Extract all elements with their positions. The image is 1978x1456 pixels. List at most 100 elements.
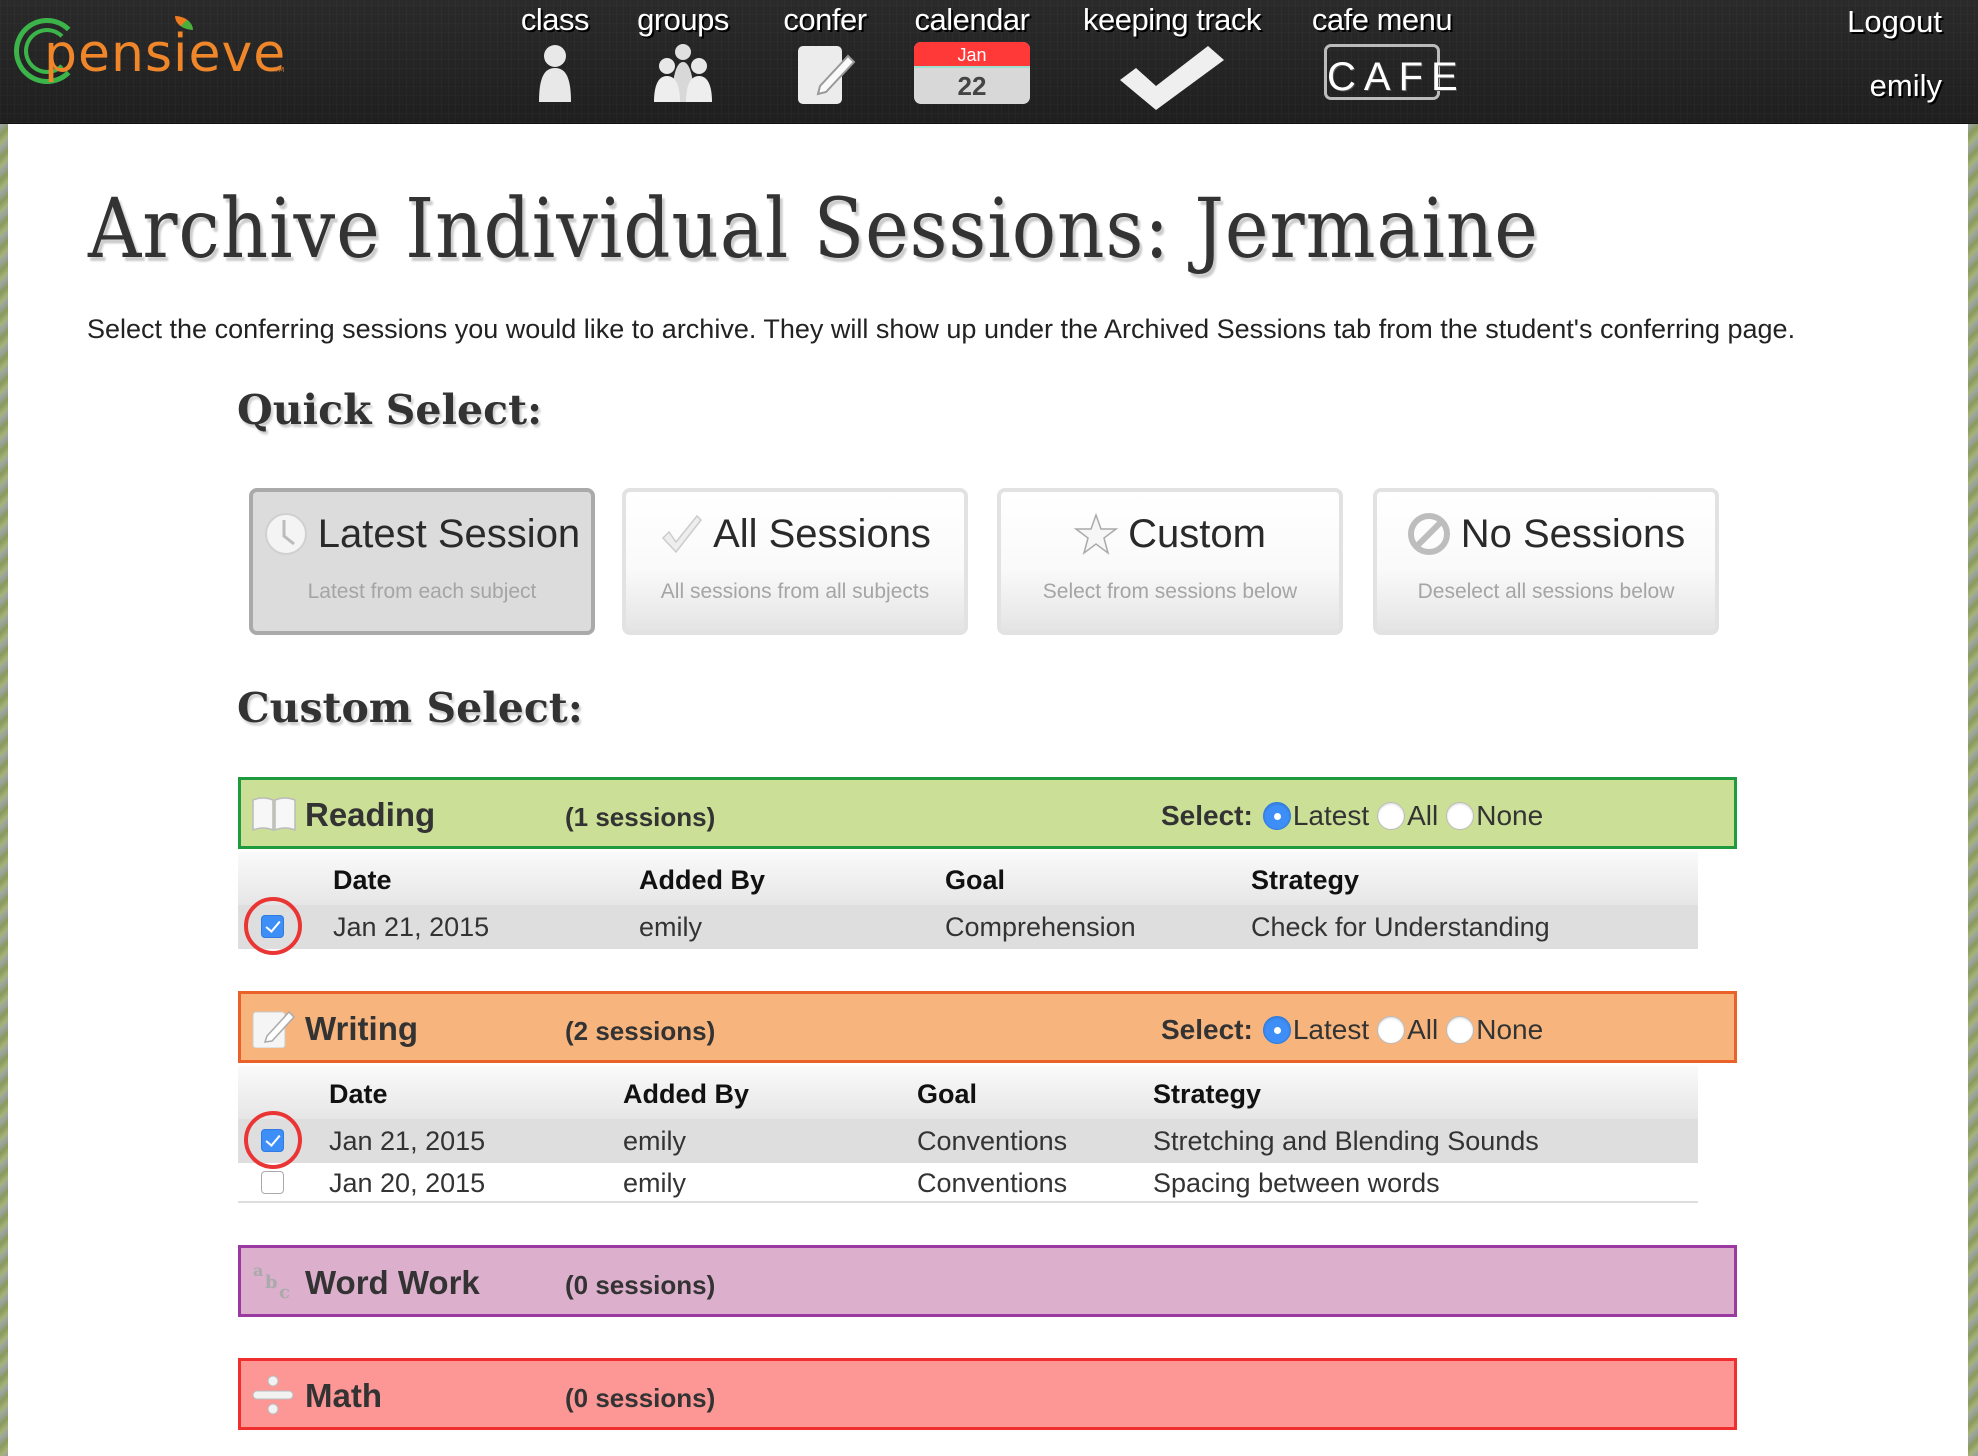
nav-class[interactable]: class	[510, 0, 600, 108]
nav-cafe-menu-label: cafe menu	[1311, 2, 1453, 37]
nav-groups[interactable]: groups	[628, 0, 738, 108]
radio-label: Latest	[1292, 800, 1370, 831]
subject-header-reading: Reading (1 sessions) Select: Latest All …	[238, 777, 1737, 849]
table-header-row: Date Added By Goal Strategy	[238, 852, 1698, 905]
radio-button[interactable]	[1446, 802, 1475, 830]
radio-latest[interactable]: Latest	[1262, 800, 1370, 832]
subject-name: Word Work	[305, 1264, 480, 1301]
cell-goal: Conventions	[917, 1168, 1068, 1198]
custom-button[interactable]: Custom Select from sessions below	[997, 488, 1343, 635]
radio-button[interactable]	[1377, 802, 1406, 830]
sessions-table-writing: Date Added By Goal Strategy Jan 21, 2015…	[238, 1066, 1698, 1203]
radio-button[interactable]	[1262, 1016, 1291, 1044]
cafe-sign-text: CAFE	[1327, 54, 1466, 99]
clock-icon	[264, 513, 307, 555]
session-checkbox[interactable]	[261, 915, 284, 938]
no-sessions-button[interactable]: No Sessions Deselect all sessions below	[1373, 488, 1719, 635]
column-header-goal: Goal	[917, 1079, 978, 1109]
column-header-added-by: Added By	[639, 865, 766, 895]
subject-select-group: Select: Latest All None	[1161, 800, 1551, 832]
subject-header-word-work: a b c Word Work (0 sessions)	[238, 1245, 1737, 1317]
group-icon	[654, 44, 712, 102]
radio-none[interactable]: None	[1446, 800, 1543, 832]
person-icon	[539, 45, 571, 102]
username: emily	[1869, 68, 1942, 103]
radio-label: None	[1476, 1014, 1544, 1045]
top-nav-bar: pensieve TM class groups confer calendar	[0, 0, 1978, 124]
nav-cafe-menu[interactable]: cafe menu CAFE	[1302, 0, 1462, 100]
division-icon	[252, 1375, 294, 1415]
abc-letters-icon: a b c	[253, 1262, 290, 1302]
all-sessions-subtitle: All sessions from all subjects	[660, 580, 930, 603]
session-checkbox[interactable]	[261, 1129, 284, 1152]
nav-calendar[interactable]: calendar Jan 22	[910, 0, 1034, 104]
no-sessions-title: No Sessions	[1460, 511, 1686, 556]
nav-keeping-track[interactable]: keeping track	[1074, 0, 1270, 116]
table-row[interactable]: Jan 21, 2015 emily Comprehension Check f…	[238, 897, 1698, 955]
svg-text:c: c	[279, 1282, 290, 1302]
all-sessions-button[interactable]: All Sessions All sessions from all subje…	[622, 488, 968, 635]
radio-none[interactable]: None	[1446, 1014, 1543, 1046]
nav-groups-label: groups	[637, 2, 729, 37]
svg-text:a: a	[253, 1262, 263, 1280]
nav-confer-label: confer	[783, 2, 867, 37]
nav-calendar-label: calendar	[914, 2, 1030, 37]
subject-name: Math	[305, 1377, 382, 1414]
calendar-day: 22	[957, 71, 987, 101]
cell-added-by: emily	[639, 912, 703, 942]
subject-session-count: (0 sessions)	[565, 1383, 716, 1413]
checkmark-icon	[1120, 46, 1224, 110]
table-header-row: Date Added By Goal Strategy	[238, 1066, 1698, 1119]
nav-confer[interactable]: confer	[770, 0, 880, 110]
calendar-icon: Jan 22	[914, 42, 1030, 104]
logo-text: pensieve	[44, 24, 287, 84]
subject-header-writing: Writing (2 sessions) Select: Latest All …	[238, 991, 1737, 1063]
radio-label: Latest	[1292, 1014, 1370, 1045]
radio-label: None	[1476, 800, 1544, 831]
radio-button[interactable]	[1262, 802, 1291, 830]
select-label: Select:	[1161, 1014, 1253, 1045]
all-sessions-title: All Sessions	[713, 511, 931, 556]
radio-button[interactable]	[1446, 1016, 1475, 1044]
cell-strategy: Check for Understanding	[1251, 912, 1550, 942]
nav-keeping-track-label: keeping track	[1083, 2, 1261, 37]
cell-date: Jan 21, 2015	[333, 912, 490, 942]
radio-button[interactable]	[1377, 1016, 1406, 1044]
subject-session-count: (2 sessions)	[565, 1016, 716, 1046]
cell-strategy: Spacing between words	[1153, 1168, 1440, 1198]
table-row[interactable]: Jan 20, 2015 emily Conventions Spacing b…	[238, 1163, 1698, 1203]
latest-session-button[interactable]: Latest Session Latest from each subject	[249, 488, 595, 635]
radio-label: All	[1407, 1014, 1439, 1045]
column-header-strategy: Strategy	[1251, 865, 1360, 895]
quick-select-heading: Quick Select:	[237, 386, 543, 434]
latest-session-subtitle: Latest from each subject	[307, 580, 537, 603]
radio-all[interactable]: All	[1377, 800, 1438, 832]
custom-title: Custom	[1128, 511, 1266, 556]
cafe-sign-icon: CAFE	[1324, 44, 1458, 100]
pensieve-logo[interactable]: pensieve TM	[12, 10, 285, 100]
subject-header-math: Math (0 sessions)	[238, 1358, 1737, 1430]
page-title: Archive Individual Sessions: Jermaine	[88, 182, 1539, 277]
no-sessions-subtitle: Deselect all sessions below	[1417, 580, 1675, 603]
cell-goal: Comprehension	[945, 912, 1136, 942]
column-header-goal: Goal	[945, 865, 1006, 895]
calendar-month: Jan	[914, 42, 1030, 68]
custom-subtitle: Select from sessions below	[1042, 580, 1298, 603]
radio-latest[interactable]: Latest	[1262, 1014, 1370, 1046]
column-header-added-by: Added By	[623, 1079, 750, 1109]
session-checkbox[interactable]	[261, 1171, 284, 1194]
cell-strategy: Stretching and Blending Sounds	[1153, 1126, 1539, 1156]
sessions-table-reading: Date Added By Goal Strategy Jan 21, 2015…	[238, 852, 1698, 955]
logo-trademark: TM	[274, 66, 285, 74]
page-instructions: Select the conferring sessions you would…	[87, 314, 1796, 344]
subject-name: Reading	[305, 796, 436, 833]
radio-all[interactable]: All	[1377, 1014, 1438, 1046]
cell-date: Jan 21, 2015	[329, 1126, 486, 1156]
notepad-pencil-icon	[252, 1010, 296, 1048]
logout-link[interactable]: Logout	[1847, 0, 1942, 44]
table-row[interactable]: Jan 21, 2015 emily Conventions Stretchin…	[238, 1111, 1698, 1169]
latest-session-title: Latest Session	[317, 511, 581, 556]
svg-text:b: b	[265, 1272, 278, 1293]
cell-date: Jan 20, 2015	[329, 1168, 486, 1198]
subject-select-group: Select: Latest All None	[1161, 1014, 1551, 1046]
